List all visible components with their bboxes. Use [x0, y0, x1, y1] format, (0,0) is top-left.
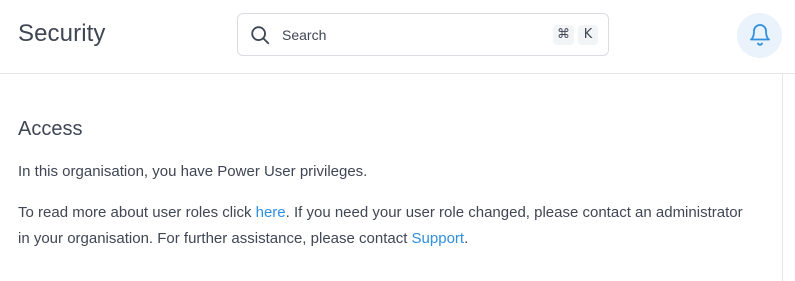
- top-header: Security Search ⌘ K: [0, 0, 795, 74]
- roles-info-text: To read more about user roles click here…: [18, 200, 758, 252]
- page-title: Security: [18, 20, 106, 47]
- vertical-scrollbar[interactable]: [782, 74, 795, 281]
- roles-text-end: .: [464, 230, 469, 247]
- support-link[interactable]: Support: [412, 230, 465, 247]
- bell-icon: [750, 24, 770, 46]
- search-box[interactable]: Search ⌘ K: [237, 13, 609, 56]
- search-icon: [251, 26, 270, 45]
- roles-help-link[interactable]: here: [256, 204, 286, 221]
- roles-text-before: To read more about user roles click: [18, 204, 256, 221]
- notifications-button[interactable]: [737, 13, 782, 58]
- search-placeholder[interactable]: Search: [282, 27, 326, 43]
- shortcut-cmd-key: ⌘: [553, 25, 574, 45]
- privileges-text: In this organisation, you have Power Use…: [18, 163, 368, 180]
- section-heading-access: Access: [18, 118, 83, 140]
- shortcut-k-key: K: [578, 25, 598, 45]
